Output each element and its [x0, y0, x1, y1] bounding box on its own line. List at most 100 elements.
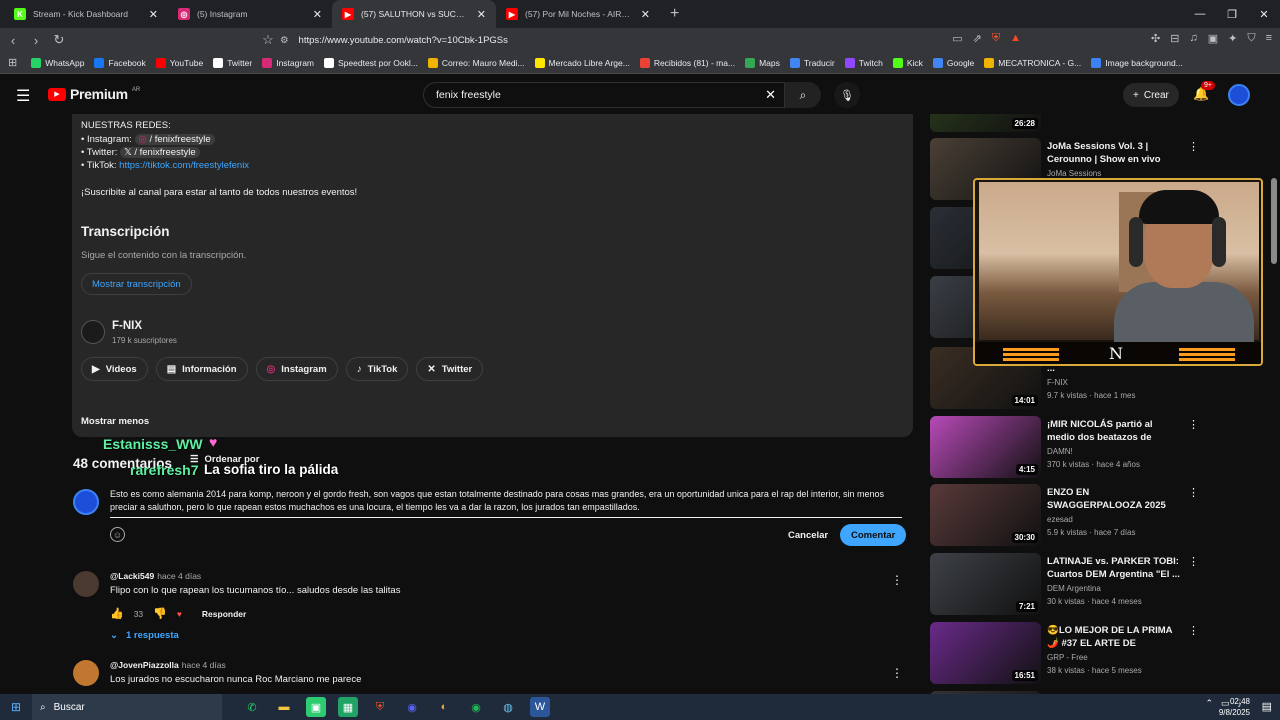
- taskbar-search[interactable]: ⌕ Buscar: [32, 694, 222, 720]
- comment-more-icon[interactable]: ⋮: [891, 666, 903, 680]
- bookmark-star-icon[interactable]: ☆: [258, 32, 278, 48]
- instagram-link-button[interactable]: ◎ Instagram: [255, 357, 338, 381]
- bookmark-item[interactable]: Traducir: [789, 57, 835, 68]
- youtube-logo[interactable]: ▶ Premium AR: [48, 86, 140, 102]
- comment-avatar[interactable]: [73, 660, 99, 686]
- submit-comment-button[interactable]: Comentar: [840, 524, 907, 546]
- browser-tab[interactable]: ▶ (57) Por Mil Noches - AIRBAG - Vide ✕: [496, 0, 660, 28]
- bookmark-item[interactable]: YouTube: [155, 57, 203, 68]
- notification-center-icon[interactable]: ▤: [1262, 700, 1272, 713]
- comment-more-icon[interactable]: ⋮: [891, 573, 903, 587]
- word-icon[interactable]: W: [530, 697, 550, 717]
- search-value[interactable]: fenix freestyle: [436, 89, 501, 101]
- recommended-video[interactable]: 7:21 LATINAJE vs. PARKER TOBI: Cuartos DE…: [930, 553, 1200, 615]
- twitter-link-button[interactable]: ✕ Twitter: [416, 357, 484, 381]
- create-button[interactable]: + Crear: [1123, 83, 1179, 107]
- instagram-handle-link[interactable]: ◎ / fenixfreestyle: [134, 134, 215, 145]
- dislike-icon[interactable]: 👎: [153, 607, 167, 620]
- url-field[interactable]: ⚙ https://www.youtube.com/watch?v=10Cbk-…: [280, 31, 508, 49]
- video-channel[interactable]: DAMN!: [1047, 447, 1073, 456]
- menu-hamburger-icon[interactable]: ☰: [16, 86, 30, 106]
- recommended-video[interactable]: 4:15 ¡MIR NICOLÁS partió al medio dos bea…: [930, 416, 1200, 478]
- music-icon[interactable]: ♫: [1189, 32, 1197, 45]
- obs-icon[interactable]: ◐: [434, 697, 454, 717]
- forward-icon[interactable]: ›: [26, 33, 46, 48]
- app-icon[interactable]: ▣: [306, 697, 326, 717]
- restore-icon[interactable]: ❐: [1216, 0, 1248, 28]
- twitter-handle-link[interactable]: 𝕏 / fenixfreestyle: [120, 147, 200, 158]
- bookmark-item[interactable]: WhatsApp: [31, 57, 84, 68]
- comment-input[interactable]: Esto es como alemania 2014 para komp, ne…: [110, 488, 902, 518]
- tab-close-icon[interactable]: ✕: [313, 8, 322, 21]
- recommended-video[interactable]: 30:30 ENZO EN SWAGGERPALOOZA 2025 ezesad 5.…: [930, 484, 1200, 546]
- browser-tab[interactable]: ◎ (5) Instagram ✕: [168, 0, 332, 28]
- notifications-button[interactable]: 🔔 9+: [1193, 81, 1215, 102]
- comment-avatar[interactable]: [73, 571, 99, 597]
- extensions-icon[interactable]: ✣: [1151, 32, 1160, 45]
- spreadsheet-icon[interactable]: ▦: [338, 697, 358, 717]
- apps-grid-icon[interactable]: ⊞: [8, 56, 17, 69]
- clock[interactable]: 02:48 9/8/2025: [1219, 696, 1250, 718]
- channel-name[interactable]: F-NIX: [112, 320, 142, 332]
- ai-icon[interactable]: ✦: [1228, 32, 1237, 45]
- video-title[interactable]: ENZO EN SWAGGERPALOOZA 2025: [1047, 486, 1182, 512]
- brave-browser-icon[interactable]: ⛨: [370, 697, 390, 717]
- cancel-button[interactable]: Cancelar: [778, 524, 838, 546]
- video-channel[interactable]: JoMa Sessions: [1047, 169, 1101, 178]
- voice-search-button[interactable]: 🎙: [834, 82, 860, 108]
- tiktok-link[interactable]: https://tiktok.com/freestylefenix: [119, 160, 249, 171]
- search-input[interactable]: fenix freestyle ✕: [423, 82, 785, 108]
- share-icon[interactable]: ⇗: [973, 32, 982, 45]
- channel-avatar[interactable]: [81, 320, 105, 344]
- wallet-icon[interactable]: ▣: [1208, 32, 1218, 45]
- video-thumbnail[interactable]: 26:28: [930, 114, 1041, 132]
- new-tab-button[interactable]: +: [660, 5, 689, 23]
- video-thumbnail[interactable]: 16:51: [930, 622, 1041, 684]
- scrollbar[interactable]: [1271, 178, 1277, 264]
- reload-icon[interactable]: ↻: [49, 32, 69, 48]
- bookmark-item[interactable]: MECATRONICA - G...: [984, 57, 1081, 68]
- tab-close-icon[interactable]: ✕: [477, 8, 486, 21]
- recommended-video[interactable]: 26:2827 k vistas · hace 4 semanas: [930, 114, 1200, 132]
- video-title[interactable]: LATINAJE vs. PARKER TOBI: Cuartos DEM Ar…: [1047, 555, 1182, 581]
- bookmark-item[interactable]: Kick: [892, 57, 923, 68]
- video-channel[interactable]: ezesad: [1047, 515, 1073, 524]
- bookmark-item[interactable]: Twitch: [844, 57, 883, 68]
- tab-close-icon[interactable]: ✕: [149, 8, 158, 21]
- windows-start-icon[interactable]: ⊞: [0, 700, 32, 714]
- menu-icon[interactable]: ≡: [1266, 32, 1272, 45]
- video-title[interactable]: JoMa Sessions Vol. 3 | Cerounno | Show e…: [1047, 140, 1182, 166]
- url-text[interactable]: https://www.youtube.com/watch?v=10Cbk-1P…: [299, 35, 508, 46]
- bookmark-item[interactable]: Speedtest por Ookl...: [324, 57, 418, 68]
- tab-search-icon[interactable]: ⊟: [1170, 32, 1179, 45]
- close-window-icon[interactable]: ✕: [1248, 0, 1280, 28]
- tiktok-link-button[interactable]: ♪ TikTok: [345, 357, 409, 381]
- bookmark-item[interactable]: Mercado Libre Arge...: [534, 57, 630, 68]
- show-less-button[interactable]: Mostrar menos: [81, 416, 149, 427]
- bookmark-item[interactable]: Facebook: [94, 57, 146, 68]
- tray-arrow-icon[interactable]: ⌃: [1205, 698, 1213, 709]
- bookmark-item[interactable]: Maps: [745, 57, 780, 68]
- video-channel[interactable]: GRP - Free: [1047, 653, 1088, 662]
- show-transcript-button[interactable]: Mostrar transcripción: [81, 273, 192, 295]
- bookmark-item[interactable]: Instagram: [262, 57, 314, 68]
- video-thumbnail[interactable]: 7:21: [930, 553, 1041, 615]
- video-more-icon[interactable]: ⋮: [1188, 624, 1199, 637]
- video-title[interactable]: 😎LO MEJOR DE LA PRIMA🌶️ #37 EL ARTE DE T…: [1047, 624, 1182, 651]
- videos-link-button[interactable]: ▶ Videos: [81, 357, 148, 381]
- brave-rewards-icon[interactable]: ▲: [1010, 32, 1021, 45]
- spotify-icon[interactable]: ◉: [466, 697, 486, 717]
- search-button[interactable]: ⌕: [785, 82, 821, 108]
- reply-button[interactable]: Responder: [202, 609, 246, 619]
- whatsapp-icon[interactable]: ✆: [242, 697, 262, 717]
- brave-shield-icon[interactable]: ⛨: [992, 32, 1000, 45]
- vpn-icon[interactable]: ⛉: [1247, 32, 1255, 45]
- recommended-video[interactable]: 16:51 😎LO MEJOR DE LA PRIMA🌶️ #37 EL ARTE…: [930, 622, 1200, 684]
- cast-icon[interactable]: ▭: [952, 32, 962, 45]
- site-info-icon[interactable]: ⚙: [280, 35, 289, 46]
- bookmark-item[interactable]: Google: [932, 57, 974, 68]
- video-more-icon[interactable]: ⋮: [1188, 140, 1199, 153]
- bookmark-item[interactable]: Recibidos (81) - ma...: [639, 57, 735, 68]
- video-channel[interactable]: DEM Argentina: [1047, 584, 1101, 593]
- comment-author[interactable]: @JovenPiazzolla: [110, 660, 179, 670]
